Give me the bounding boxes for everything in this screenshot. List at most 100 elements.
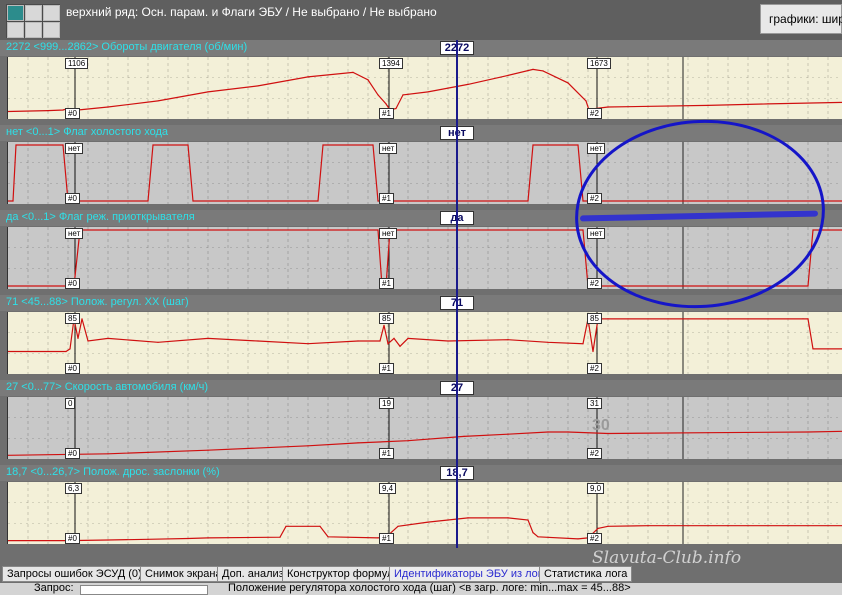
data-point — [367, 79, 369, 81]
data-point — [387, 343, 389, 345]
chart-title: 71 <45...88> Полож. регул. ХХ (шаг) — [6, 296, 189, 308]
chart-panel: 27 <0...77> Скорость автомобиля (км/ч)27… — [0, 380, 842, 465]
marker-index-label: #1 — [379, 278, 394, 289]
data-point — [372, 144, 374, 146]
data-point — [802, 318, 804, 320]
series-trace — [8, 430, 842, 456]
tab-formula-builder[interactable]: Конструктор формул — [282, 566, 399, 582]
data-point — [307, 445, 309, 447]
data-point — [427, 91, 429, 93]
chart-title: 27 <0...77> Скорость автомобиля (км/ч) — [6, 381, 209, 393]
data-point — [507, 339, 509, 341]
chart-plot[interactable]: 1106 #0 1394 #1 1673 #2 — [7, 57, 842, 119]
data-point — [279, 536, 281, 538]
top-bar: верхний ряд: Осн. парам. и Флаги ЭБУ / Н… — [0, 0, 842, 40]
marker-index-label: #0 — [65, 363, 80, 374]
data-point — [357, 340, 359, 342]
chart-panel: 2272 <999...2862> Обороты двигателя (об/… — [0, 40, 842, 125]
data-point — [107, 453, 109, 455]
chart-header: 27 <0...77> Скорость автомобиля (км/ч)27 — [0, 380, 842, 396]
series-trace — [8, 318, 842, 353]
data-point — [157, 100, 159, 102]
chart-panel: 18,7 <0...26,7> Полож. дрос. заслонки (%… — [0, 465, 842, 550]
marker-index-label: #1 — [379, 108, 394, 119]
data-point — [107, 539, 109, 541]
marker-value-label: 9,0 — [587, 483, 605, 494]
data-point — [397, 525, 399, 527]
data-point — [187, 144, 189, 146]
data-point — [69, 348, 71, 350]
marker-value-label: нет — [379, 143, 398, 154]
tab-extra-analysis[interactable]: Доп. анализ — [217, 566, 289, 582]
data-point — [152, 144, 154, 146]
chart-plot[interactable]: 85 #0 85 #1 85 #2 — [7, 312, 842, 374]
data-point — [527, 519, 529, 521]
layout-tile[interactable] — [7, 5, 24, 21]
data-point — [582, 343, 584, 345]
marker-value-label: нет — [587, 143, 606, 154]
data-point — [567, 82, 569, 84]
layout-tile[interactable] — [43, 22, 60, 38]
marker-value-label: 1673 — [587, 58, 611, 69]
layout-tile[interactable] — [25, 22, 42, 38]
marker-index-label: #1 — [379, 448, 394, 459]
data-point — [532, 144, 534, 146]
data-point — [257, 340, 259, 342]
query-input[interactable] — [80, 585, 208, 595]
status-bar: Запрос: Положение регулятора холостого х… — [0, 583, 842, 595]
marker-index-label: #1 — [379, 363, 394, 374]
graphs-label: графики: шир — [769, 12, 842, 26]
data-point — [399, 345, 401, 347]
breadcrumb: верхний ряд: Осн. парам. и Флаги ЭБУ / Н… — [66, 5, 437, 19]
marker-value-label: 6,3 — [65, 483, 83, 494]
data-point — [395, 107, 397, 110]
data-point — [285, 525, 287, 527]
marker-value-label: нет — [65, 228, 84, 239]
marker-index-label: #1 — [379, 193, 394, 204]
chart-svg — [8, 312, 842, 374]
marker-index-label: #2 — [587, 448, 602, 459]
data-point — [402, 94, 404, 96]
data-point — [807, 285, 809, 287]
data-point — [707, 432, 709, 434]
layout-tile[interactable] — [7, 22, 24, 38]
time-cursor[interactable] — [456, 40, 458, 548]
data-point — [62, 144, 64, 146]
data-point — [157, 341, 159, 343]
speed-annotation: 30 — [592, 417, 610, 434]
tab-ecu-ids[interactable]: Идентификаторы ЭБУ из лога — [389, 566, 553, 582]
data-point — [463, 435, 465, 437]
chart-title: нет <0...1> Флаг холостого хода — [6, 126, 169, 138]
marker-value-label: 85 — [587, 313, 602, 324]
layout-tile[interactable] — [43, 5, 60, 21]
data-point — [467, 517, 469, 519]
data-point — [532, 68, 534, 70]
chart-plot[interactable]: 0 #0 19 #1 31 #2 — [7, 397, 842, 459]
data-point — [707, 104, 709, 106]
data-point — [65, 350, 67, 353]
data-point — [577, 144, 579, 146]
tab-screenshot[interactable]: Снимок экрана — [140, 566, 227, 582]
marker-value-label: 19 — [379, 398, 394, 409]
data-point — [77, 337, 79, 339]
layout-tile[interactable] — [25, 5, 42, 21]
layout-tiles[interactable] — [6, 4, 60, 38]
data-point — [507, 517, 509, 519]
marker-value-label: 85 — [65, 313, 80, 324]
data-point — [357, 442, 359, 444]
data-point — [547, 341, 549, 343]
marker-value-label: 0 — [65, 398, 76, 409]
data-point — [317, 200, 319, 202]
tab-log-stats[interactable]: Статистика лога — [539, 566, 633, 582]
data-point — [567, 431, 569, 433]
data-point — [647, 525, 649, 527]
graphs-selector[interactable]: графики: шир — [760, 4, 842, 34]
chart-title: 18,7 <0...26,7> Полож. дрос. заслонки (%… — [6, 466, 220, 478]
data-point — [385, 103, 387, 105]
data-point — [597, 527, 599, 529]
marker-index-label: #2 — [587, 108, 602, 119]
data-point — [393, 337, 395, 339]
chart-plot[interactable]: 6,3 #0 9,4 #1 9,0 #2 — [7, 482, 842, 544]
tab-ecu-errors[interactable]: Запросы ошибок ЭСУД (0) — [2, 566, 147, 582]
data-point — [407, 440, 409, 442]
